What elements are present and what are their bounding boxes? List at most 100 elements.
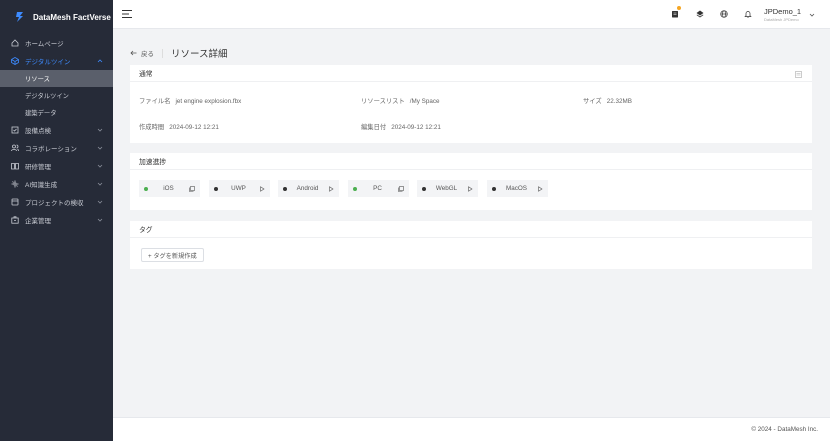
chevron-down-icon — [97, 145, 103, 151]
add-tag-button[interactable]: + タグを新規作成 — [141, 248, 204, 262]
home-icon — [11, 39, 19, 47]
play-icon[interactable] — [537, 185, 543, 192]
back-button[interactable]: 戻る — [130, 48, 154, 58]
user-organization: DataMesh JPDemo — [764, 17, 799, 22]
field-edited-date: 編集日付 2024-09-12 12:21 — [361, 122, 441, 131]
progress-card-title: 加速進捗 — [130, 153, 812, 170]
chevron-down-icon — [97, 181, 103, 187]
field-label: 編集日付 — [361, 124, 387, 131]
brand[interactable]: DataMesh FactVerse — [0, 0, 113, 34]
platform-name: UWP — [231, 185, 246, 192]
platform-name: WebGL — [435, 185, 458, 192]
brand-name: DataMesh FactVerse — [33, 12, 111, 22]
field-created-time: 作成時間 2024-09-12 12:21 — [139, 122, 219, 131]
field-label: 作成時間 — [139, 124, 165, 131]
main-content: 戻る リソース詳細 通常 ファイル名 jet engine explosion.f… — [113, 29, 830, 417]
copyright-text: © 2024 - DataMesh Inc. — [751, 426, 818, 433]
play-icon[interactable] — [467, 185, 473, 192]
tags-card-title: タグ — [130, 221, 812, 238]
platform-name: MacOS — [506, 185, 527, 192]
building-icon — [11, 216, 19, 224]
layers-icon[interactable] — [696, 10, 704, 18]
sidebar-item-enterprise[interactable]: 企業管理 — [0, 211, 113, 229]
sidebar-item-label: ホームページ — [25, 41, 64, 48]
field-filename: ファイル名 jet engine explosion.fbx — [139, 96, 241, 105]
sidebar-item-home[interactable]: ホームページ — [0, 34, 113, 52]
sidebar-item-label: プロジェクトの検収 — [25, 200, 84, 207]
sidebar-subitem-label: デジタルツイン — [25, 93, 69, 100]
general-card-title: 通常 — [130, 65, 812, 82]
chevron-up-icon — [97, 58, 103, 64]
user-menu[interactable]: JPDemo_1 DataMesh JPDemo — [764, 7, 824, 22]
ai-icon — [11, 180, 19, 188]
platform-macos: MacOS — [487, 180, 548, 197]
sidebar-subitem-digital-twin[interactable]: デジタルツイン — [0, 87, 113, 104]
sidebar-subitem-label: 建築データ — [25, 110, 57, 117]
sidebar-item-ai-knowledge[interactable]: AI知識生成 — [0, 175, 113, 193]
platform-ios: iOS — [139, 180, 200, 197]
field-label: ファイル名 — [139, 98, 171, 105]
play-icon[interactable] — [328, 185, 334, 192]
copy-icon[interactable] — [189, 185, 195, 192]
field-size: サイズ 22.32MB — [583, 96, 632, 105]
sidebar-item-label: 設備点検 — [25, 128, 51, 135]
sidebar-subitem-building-data[interactable]: 建築データ — [0, 104, 113, 121]
chevron-down-icon — [97, 217, 103, 223]
platform-uwp: UWP — [209, 180, 270, 197]
platform-webgl: WebGL — [417, 180, 478, 197]
sidebar-item-label: 研修管理 — [25, 164, 51, 171]
chevron-down-icon — [97, 127, 103, 133]
back-label: 戻る — [141, 51, 154, 58]
general-card: 通常 ファイル名 jet engine explosion.fbx リソースリスト… — [130, 65, 812, 143]
cube-icon — [11, 57, 19, 65]
page-title: リソース詳細 — [171, 49, 228, 60]
menu-toggle-icon[interactable] — [122, 9, 132, 19]
users-icon — [11, 144, 19, 152]
globe-icon[interactable] — [720, 10, 728, 18]
platform-android: Android — [278, 180, 339, 197]
sidebar-item-label: 企業管理 — [25, 218, 51, 225]
field-value: /My Space — [409, 98, 440, 105]
sidebar-item-label: デジタルツイン — [25, 59, 71, 66]
sidebar-item-project-acceptance[interactable]: プロジェクトの検収 — [0, 193, 113, 211]
field-value: 2024-09-12 12:21 — [391, 124, 441, 131]
logo-icon — [16, 12, 23, 22]
platform-name: iOS — [163, 185, 174, 192]
copy-icon[interactable] — [398, 185, 404, 192]
sidebar-item-digital-twin[interactable]: デジタルツイン — [0, 52, 113, 70]
field-value: 22.32MB — [606, 98, 632, 105]
sidebar-item-label: コラボレーション — [25, 146, 77, 153]
sidebar-item-collaboration[interactable]: コラボレーション — [0, 139, 113, 157]
document-icon[interactable] — [795, 71, 802, 78]
arrow-left-icon — [130, 50, 137, 56]
book-icon — [11, 162, 19, 170]
chevron-down-icon — [97, 199, 103, 205]
divider — [162, 48, 163, 58]
field-label: サイズ — [583, 98, 602, 105]
field-value: 2024-09-12 12:21 — [169, 124, 219, 131]
acceleration-progress-card: 加速進捗 iOS UWP Android PC WebGL MacOS — [130, 153, 812, 210]
page-titlebar: 戻る リソース詳細 — [130, 46, 228, 60]
checklist-icon — [11, 126, 19, 134]
notification-badge — [677, 6, 681, 10]
sidebar: DataMesh FactVerse ホームページ デジタルツイン リソース デ… — [0, 0, 113, 441]
top-header: JPDemo_1 DataMesh JPDemo — [113, 0, 830, 29]
user-name: JPDemo_1 — [764, 7, 802, 16]
play-icon[interactable] — [259, 185, 265, 192]
footer: © 2024 - DataMesh Inc. — [113, 417, 830, 441]
bell-icon[interactable] — [744, 10, 752, 18]
sidebar-item-inspection[interactable]: 設備点検 — [0, 121, 113, 139]
sidebar-subitem-label: リソース — [25, 76, 50, 83]
sidebar-item-training[interactable]: 研修管理 — [0, 157, 113, 175]
field-value: jet engine explosion.fbx — [175, 98, 242, 105]
task-icon[interactable] — [671, 10, 679, 18]
chevron-down-icon — [809, 13, 815, 17]
chevron-down-icon — [97, 163, 103, 169]
sidebar-subitem-resource[interactable]: リソース — [0, 70, 113, 87]
field-label: リソースリスト — [361, 98, 405, 105]
sidebar-item-label: AI知識生成 — [25, 182, 58, 189]
tags-card: タグ + タグを新規作成 — [130, 221, 812, 269]
platform-pc: PC — [348, 180, 409, 197]
field-resource-list: リソースリスト/My Space — [361, 96, 440, 105]
project-icon — [11, 198, 19, 206]
